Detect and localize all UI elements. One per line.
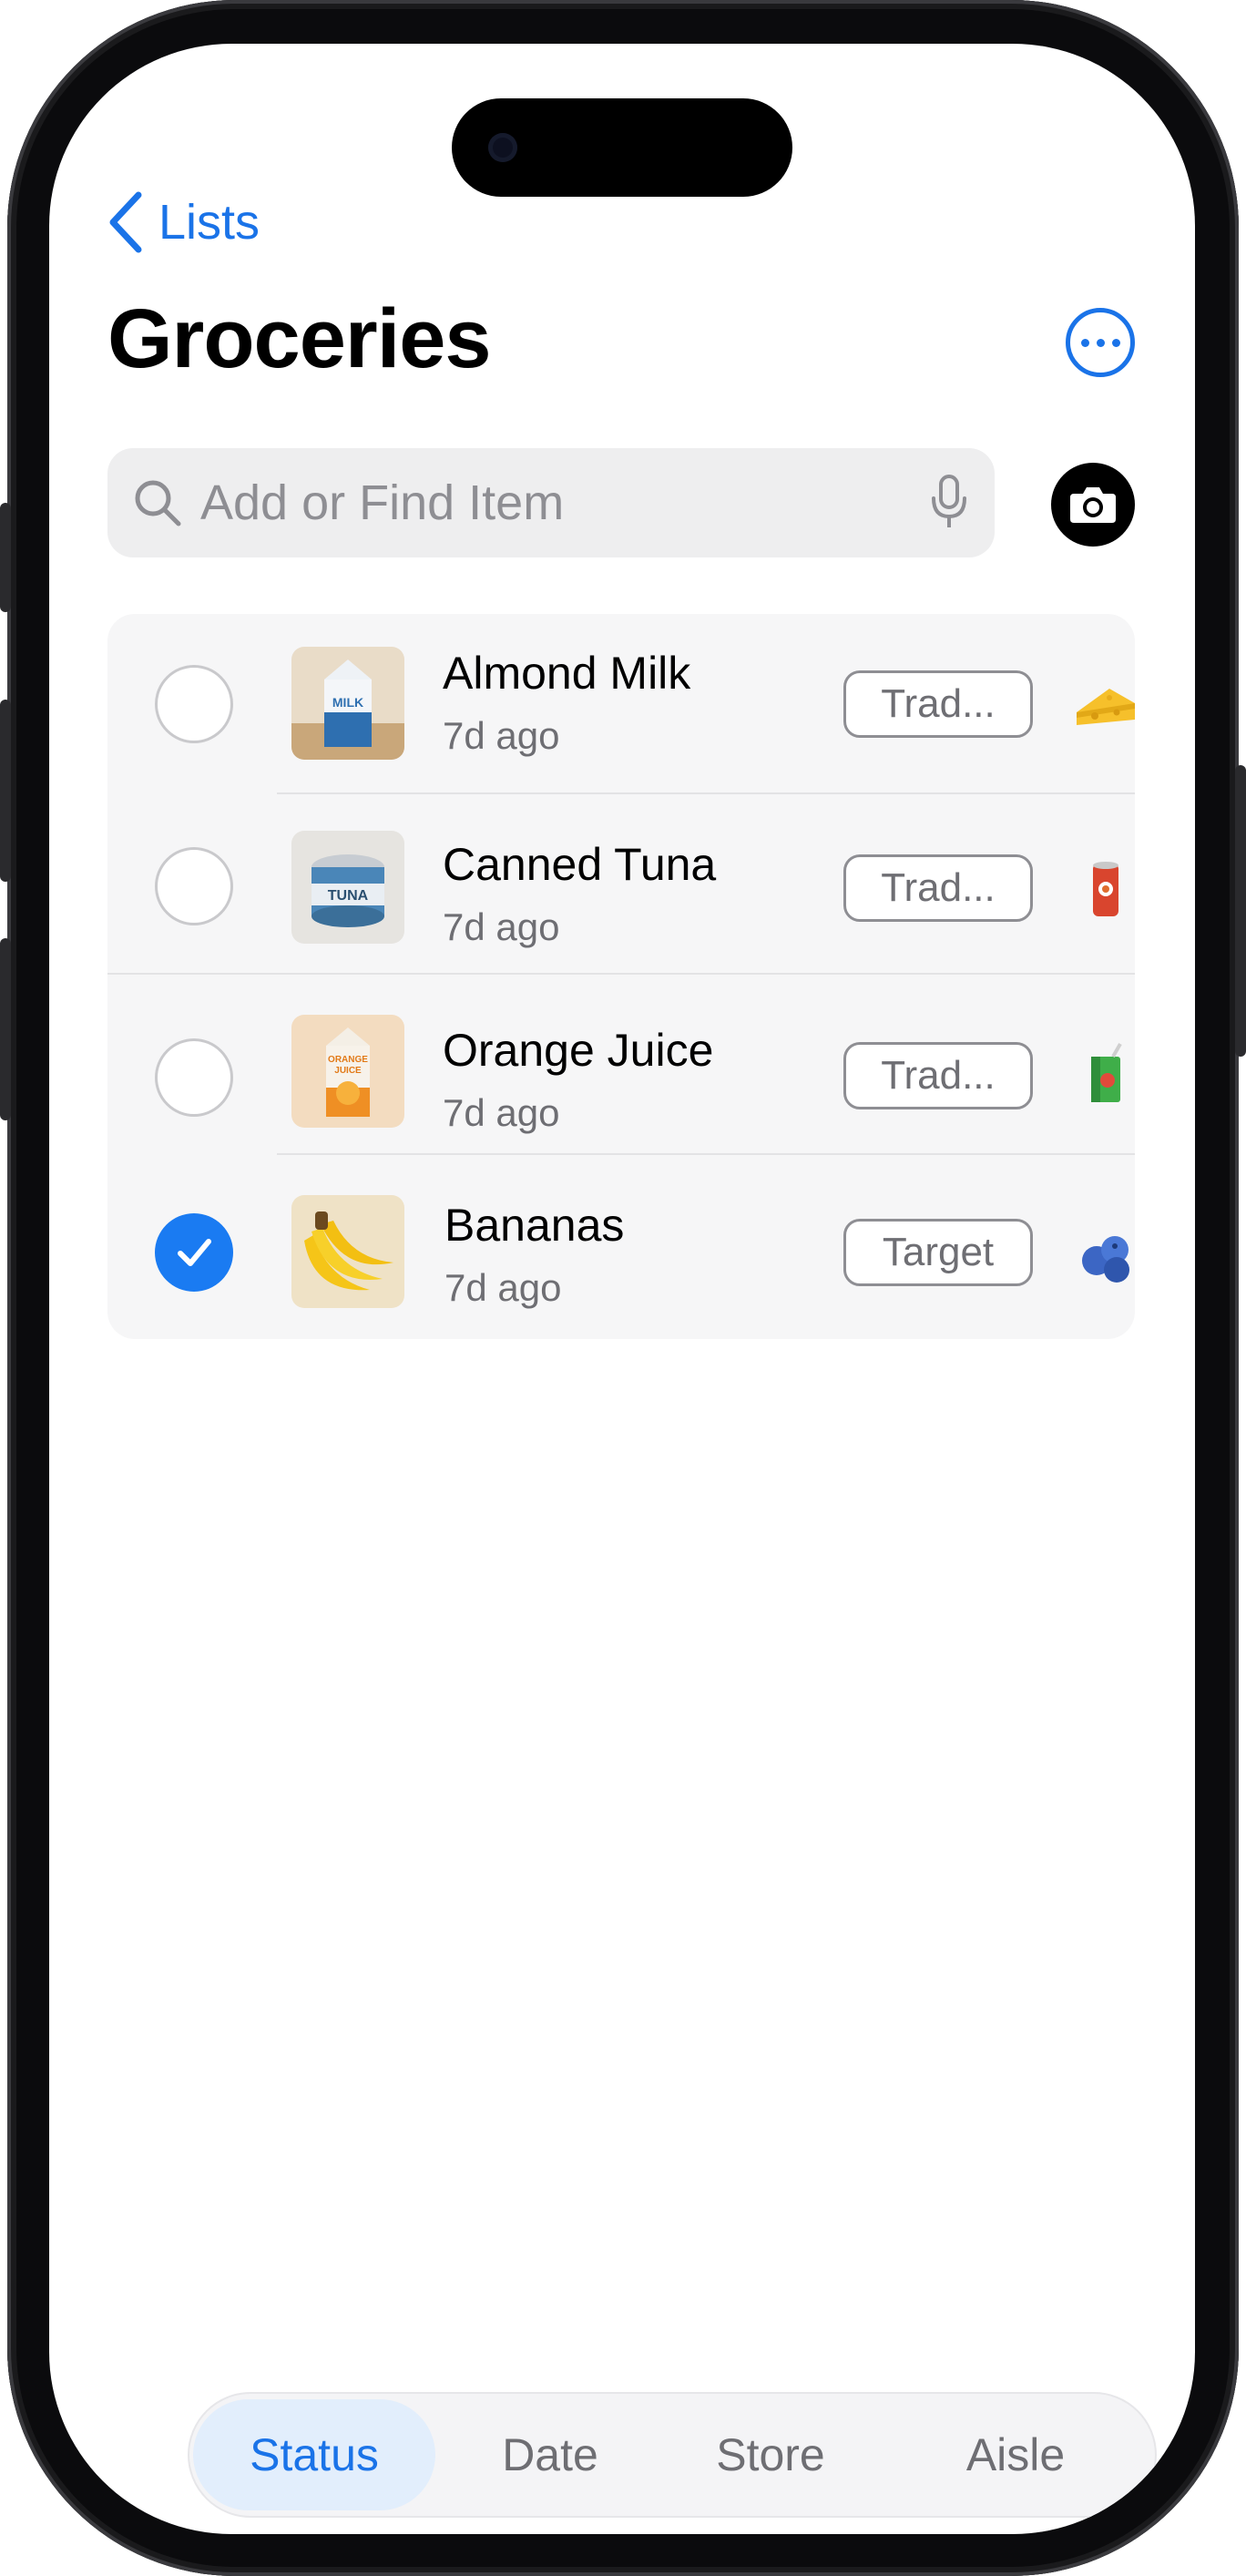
dynamic-island [452, 98, 792, 197]
list-item[interactable]: Bananas 7d ago Target [107, 1155, 1135, 1335]
item-name: Canned Tuna [443, 839, 717, 890]
almond-milk-thumbnail: MILK [291, 647, 404, 760]
ellipsis-icon-dot [1096, 338, 1105, 347]
bananas-thumbnail [291, 1195, 404, 1308]
juice-box-icon [1091, 1043, 1122, 1102]
store-chip[interactable]: Target [843, 1219, 1033, 1286]
grocery-list: MILK Almond Milk 7d ago Trad... TUNA Can… [107, 614, 1135, 1339]
ellipsis-icon-dot [1080, 338, 1089, 347]
chevron-left-icon [109, 191, 142, 253]
item-name: Almond Milk [443, 648, 691, 699]
volume-up-button [0, 700, 11, 882]
canned-food-icon [1093, 862, 1118, 916]
search-input[interactable] [199, 474, 929, 532]
segment-store[interactable]: Store [663, 2399, 878, 2510]
svg-text:JUICE: JUICE [334, 1066, 362, 1076]
checkmark-icon [178, 1239, 211, 1266]
ellipsis-icon-dot [1111, 338, 1120, 347]
store-chip[interactable]: Trad... [843, 854, 1033, 922]
checkbox-checked[interactable] [155, 1213, 233, 1292]
checkbox-unchecked[interactable] [155, 665, 233, 743]
more-options-button[interactable] [1066, 308, 1135, 377]
store-chip[interactable]: Trad... [843, 1042, 1033, 1109]
segment-aisle[interactable]: Aisle [900, 2399, 1131, 2510]
item-time: 7d ago [443, 905, 560, 948]
svg-text:TUNA: TUNA [328, 888, 369, 904]
blueberries-icon [1082, 1236, 1129, 1283]
item-time: 7d ago [443, 714, 560, 757]
search-icon [135, 480, 181, 526]
item-name: Bananas [444, 1200, 625, 1251]
microphone-icon[interactable] [929, 473, 969, 533]
store-chip[interactable]: Trad... [843, 670, 1033, 738]
volume-down-button [0, 938, 11, 1120]
view-segmented-control: Status Date Store Aisle [188, 2392, 1157, 2518]
item-name: Orange Juice [443, 1025, 714, 1076]
checkbox-unchecked[interactable] [155, 1038, 233, 1117]
stage: Lists Groceries Add or Find Item MILK Al… [0, 0, 1246, 2576]
action-button [0, 503, 11, 612]
back-label: Lists [158, 195, 260, 250]
item-time: 7d ago [444, 1266, 562, 1309]
item-time: 7d ago [443, 1091, 560, 1134]
camera-button[interactable] [1051, 463, 1135, 547]
list-item[interactable]: MILK Almond Milk 7d ago Trad... [107, 614, 1135, 794]
page-title: Groceries [107, 292, 492, 385]
power-button [1235, 765, 1246, 1057]
segment-date[interactable]: Date [450, 2399, 650, 2510]
cheese-icon [1077, 689, 1135, 725]
back-button[interactable]: Lists [106, 189, 260, 255]
front-camera [488, 133, 517, 162]
camera-icon [1070, 487, 1116, 523]
svg-text:MILK: MILK [332, 695, 363, 710]
checkbox-unchecked[interactable] [155, 847, 233, 925]
segment-status[interactable]: Status [193, 2399, 435, 2510]
svg-text:ORANGE: ORANGE [328, 1055, 368, 1065]
screen: Lists Groceries Add or Find Item MILK Al… [49, 44, 1195, 2534]
orange-juice-thumbnail: ORANGE JUICE [291, 1015, 404, 1128]
canned-tuna-thumbnail: TUNA [291, 831, 404, 944]
list-item[interactable]: ORANGE JUICE Orange Juice 7d ago Trad... [107, 975, 1135, 1155]
list-item[interactable]: TUNA Canned Tuna 7d ago Trad... [107, 794, 1135, 975]
search-bar[interactable] [107, 448, 995, 557]
